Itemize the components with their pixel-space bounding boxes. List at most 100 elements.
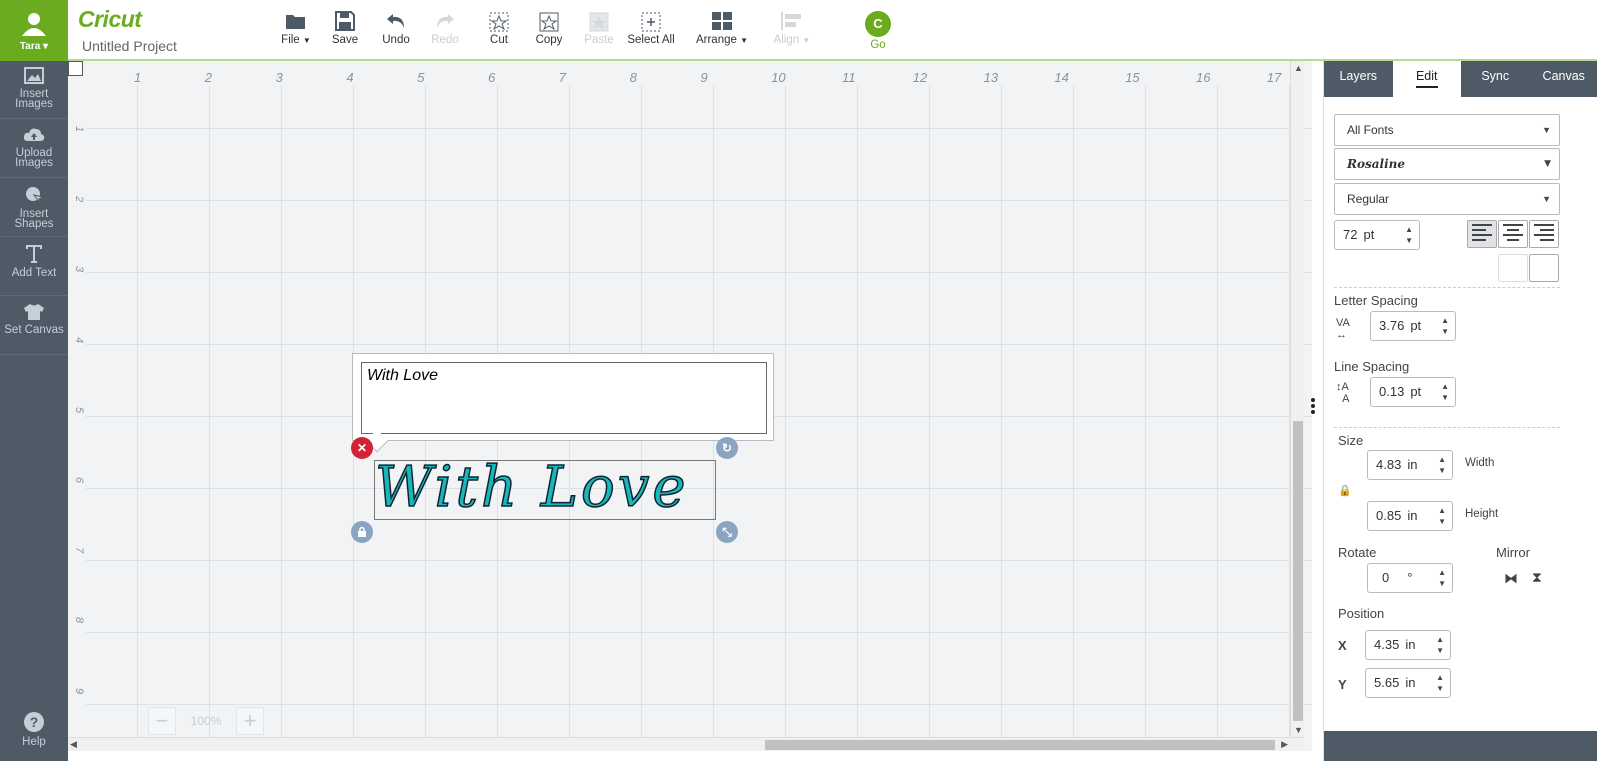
vertical-scroll-thumb[interactable] [1293,421,1303,721]
undo-button[interactable]: Undo [378,8,414,46]
font-filter-select[interactable]: All Fonts ▼ [1334,114,1560,146]
ruler-top-label: 9 [700,70,708,85]
add-text-label: Add Text [11,267,57,279]
delete-handle-icon[interactable]: ✕ [351,437,373,459]
tab-sync[interactable]: Sync [1461,61,1530,97]
letter-spacing-input[interactable]: 3.76 pt ▲ ▼ [1370,311,1456,341]
position-label: Position [1338,606,1385,621]
cut-button[interactable]: Cut [484,8,514,46]
height-input[interactable]: 0.85 in ▲ ▼ [1367,501,1453,531]
paste-button[interactable]: Paste [584,8,614,46]
vertical-scrollbar[interactable]: ▲ ▼ [1290,61,1304,737]
copy-button[interactable]: Copy [534,8,564,46]
insert-shapes-button[interactable]: Insert Shapes [0,179,68,237]
stepper-icon[interactable]: ▲ ▼ [1405,224,1413,246]
help-label: Help [22,736,46,748]
paste-label: Paste [584,34,614,46]
stepper-icon[interactable]: ▲ ▼ [1441,381,1449,403]
x-position-input[interactable]: 4.35 in ▲ ▼ [1365,630,1451,660]
user-icon [22,13,46,36]
text-icon [26,245,42,263]
tab-edit[interactable]: Edit [1392,61,1461,97]
scroll-down-icon[interactable]: ▼ [1294,725,1303,735]
upload-images-button[interactable]: Upload Images [0,120,68,178]
mirror-horizontal-icon[interactable]: ⧓ [1504,570,1518,587]
stepper-icon[interactable]: ▲ ▼ [1436,672,1444,694]
align-right-button[interactable] [1529,220,1559,248]
horizontal-scroll-thumb[interactable] [765,740,1275,750]
ruler-left-label: 6 [73,476,86,484]
ruler-top-label: 1 [134,70,142,85]
group-letters-button[interactable] [1529,254,1559,282]
stepper-icon[interactable]: ▲ ▼ [1441,315,1449,337]
width-input[interactable]: 4.83 in ▲ ▼ [1367,450,1453,480]
font-style-select[interactable]: Regular ▼ [1334,183,1560,215]
mirror-vertical-icon[interactable]: ⧗ [1532,569,1542,586]
selection-box[interactable] [374,460,716,520]
align-center-button[interactable] [1498,220,1528,248]
file-menu-button[interactable]: File ▼ [278,8,314,46]
set-canvas-label: Set Canvas [4,324,64,336]
arrange-menu-button[interactable]: Arrange ▼ [694,8,750,46]
ruler-left-label: 8 [73,617,86,624]
cut-label: Cut [490,34,508,46]
add-text-button[interactable]: Add Text [0,238,68,296]
ruler-top-label: 2 [204,70,213,85]
ungroup-letters-button[interactable] [1498,254,1528,282]
stepper-icon[interactable]: ▲ ▼ [1438,454,1446,476]
help-button[interactable]: ? Help [0,712,68,748]
align-icon [781,12,801,30]
horizontal-scrollbar[interactable]: ◀ ▶ [68,737,1304,751]
y-label: Y [1338,677,1347,692]
y-position-input[interactable]: 5.65 in ▲ ▼ [1365,668,1451,698]
go-icon: C [865,11,891,37]
rotate-input[interactable]: 0 ° ▲ ▼ [1367,563,1453,593]
ruler-left-label: 7 [73,547,86,554]
zoom-level: 100% [190,714,222,728]
panel-tabs: Layers Edit Sync Canvas [1324,61,1597,97]
stepper-icon[interactable]: ▲ ▼ [1438,505,1446,527]
tab-canvas[interactable]: Canvas [1530,61,1597,97]
rotate-unit: ° [1407,570,1413,585]
save-button[interactable]: Save [330,8,360,46]
cloud-upload-icon [23,128,45,141]
scroll-left-icon[interactable]: ◀ [70,739,77,750]
cut-icon [489,12,509,32]
stepper-icon[interactable]: ▲ ▼ [1438,567,1446,589]
align-menu-button[interactable]: Align ▼ [770,8,814,46]
text-edit-field[interactable]: With Love [361,362,767,434]
align-left-button[interactable] [1467,220,1497,248]
set-canvas-button[interactable]: Set Canvas [0,297,68,355]
project-title[interactable]: Untitled Project [82,38,177,54]
panel-collapse-icon[interactable] [1308,396,1318,418]
width-label: Width [1465,457,1495,469]
width-unit: in [1407,457,1418,472]
insert-images-button[interactable]: Insert Images [0,61,68,119]
tab-layers[interactable]: Layers [1324,61,1393,97]
ruler-corner [68,61,83,76]
line-spacing-input[interactable]: 0.13 pt ▲ ▼ [1370,377,1456,407]
scroll-up-icon[interactable]: ▲ [1294,63,1303,73]
ruler-top-label: 13 [983,70,999,85]
stepper-icon[interactable]: ▲ ▼ [1436,634,1444,656]
lock-handle-icon[interactable] [351,521,373,543]
ruler-left-label: 4 [73,336,86,343]
lock-icon[interactable]: 🔒 [1338,484,1352,497]
user-name: Tara ▾ [19,41,49,52]
user-menu[interactable]: Tara ▾ [0,0,68,61]
font-select[interactable]: Rosaline ▼ [1334,148,1560,180]
font-size-input[interactable]: 72 pt ▲ ▼ [1334,220,1420,250]
copy-label: Copy [535,34,563,46]
zoom-out-button[interactable]: − [148,707,176,735]
select-all-button[interactable]: Select All [626,8,676,46]
zoom-in-button[interactable]: + [236,707,264,735]
go-button[interactable]: C Go [865,11,891,51]
cricut-logo: Cricut [78,6,142,32]
resize-handle-icon[interactable]: ⤡ [716,521,738,543]
chevron-down-icon: ▼ [1542,125,1551,135]
scroll-right-icon[interactable]: ▶ [1281,739,1288,750]
ruler-top-label: 12 [912,70,928,85]
rotate-handle-icon[interactable]: ↻ [716,437,738,459]
ruler-top-label: 3 [275,70,283,85]
redo-button[interactable]: Redo [430,8,460,46]
